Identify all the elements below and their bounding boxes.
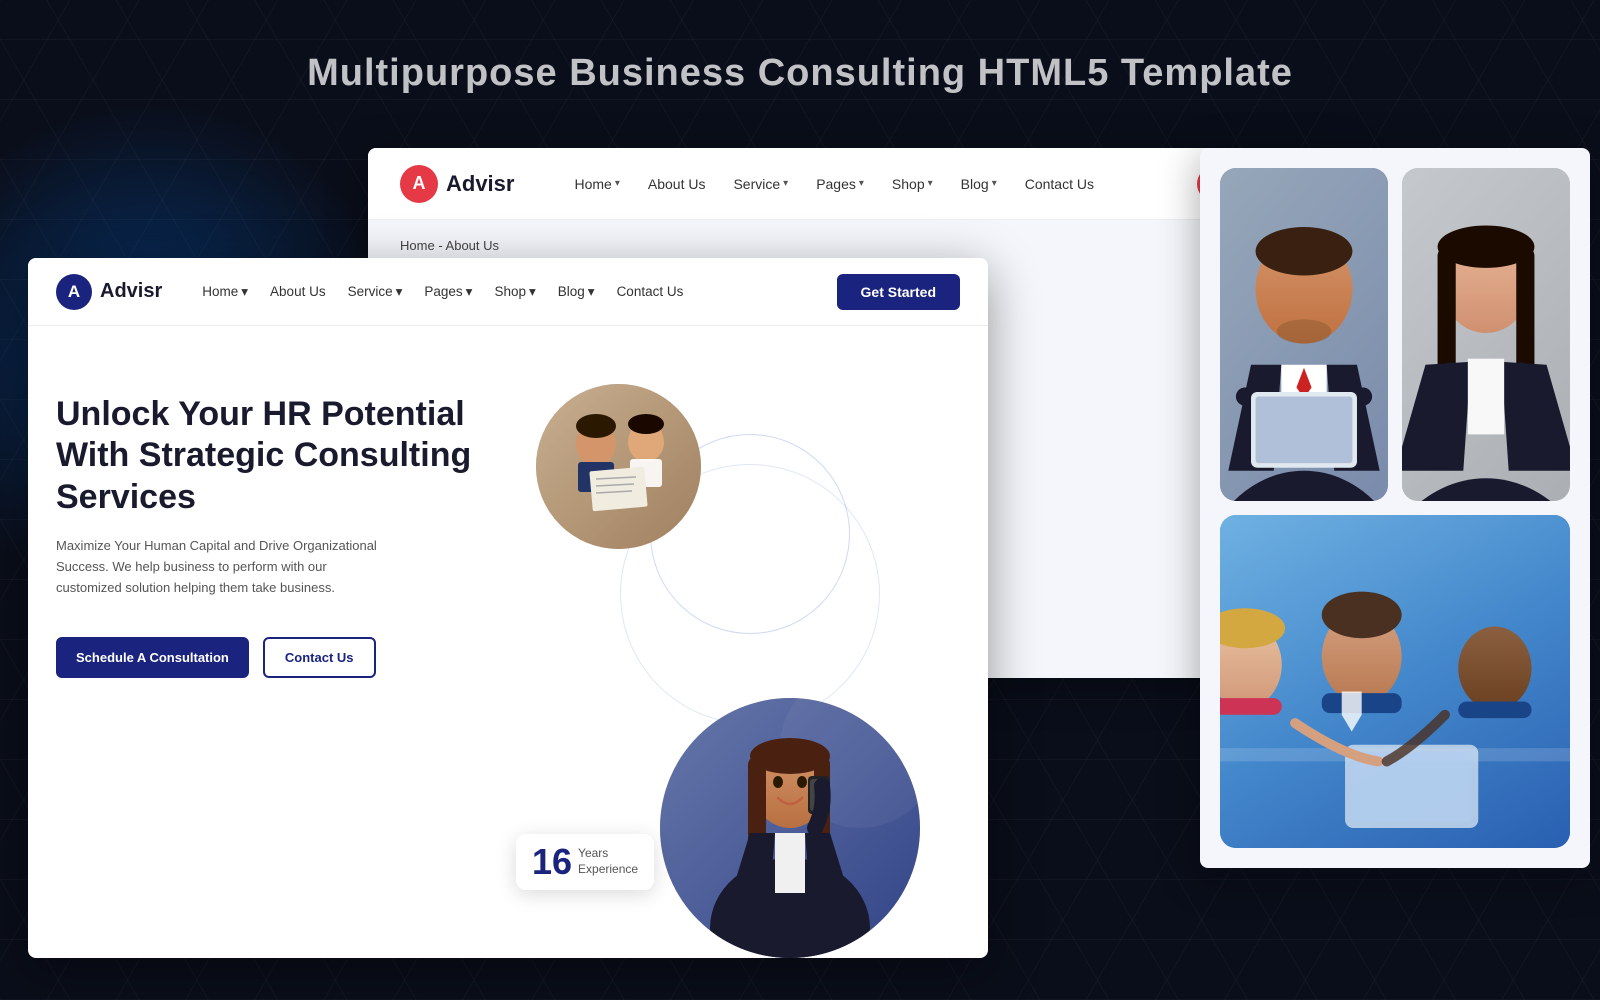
years-text: Years Experience xyxy=(578,846,638,877)
hero-image-large xyxy=(660,698,920,958)
hero-left: Unlock Your HR Potential With Strategic … xyxy=(56,374,476,958)
breadcrumb-current: About Us xyxy=(446,238,499,253)
front-card: A Advisr Home ▾ About Us Service ▾ Pages… xyxy=(28,258,988,958)
hero-buttons: Schedule A Consultation Contact Us xyxy=(56,637,476,678)
front-nav-home[interactable]: Home ▾ xyxy=(202,284,248,300)
years-experience-badge: 16 Years Experience xyxy=(516,834,654,890)
front-brand-name: Advisr xyxy=(100,280,162,303)
front-nav-links: Home ▾ About Us Service ▾ Pages ▾ Shop ▾… xyxy=(202,284,836,300)
breadcrumb-separator: - xyxy=(438,238,445,253)
page-title: Multipurpose Business Consulting HTML5 T… xyxy=(0,52,1600,95)
hero-right: 16 Years Experience xyxy=(476,374,960,958)
back-brand-icon: A xyxy=(400,165,438,203)
front-nav-about[interactable]: About Us xyxy=(270,284,326,299)
back-brand-name: Advisr xyxy=(446,171,514,197)
hero-section: Unlock Your HR Potential With Strategic … xyxy=(28,326,988,958)
front-brand-icon: A xyxy=(56,274,92,310)
hero-title: Unlock Your HR Potential With Strategic … xyxy=(56,394,476,518)
years-number: 16 xyxy=(532,844,572,880)
back-nav-about[interactable]: About Us xyxy=(648,176,706,192)
back-nav: Home ▾ About Us Service ▾ Pages ▾ Shop ▾… xyxy=(574,176,1196,192)
photo-person-female xyxy=(1402,168,1570,501)
back-nav-shop[interactable]: Shop ▾ xyxy=(892,176,933,192)
back-nav-pages[interactable]: Pages ▾ xyxy=(816,176,864,192)
back-nav-contact[interactable]: Contact Us xyxy=(1025,176,1094,192)
schedule-consultation-button[interactable]: Schedule A Consultation xyxy=(56,637,249,678)
front-nav-shop[interactable]: Shop ▾ xyxy=(494,284,535,300)
photo-team xyxy=(1220,515,1570,848)
photo-person-male xyxy=(1220,168,1388,501)
contact-us-button[interactable]: Contact Us xyxy=(263,637,376,678)
front-cta-button[interactable]: Get Started xyxy=(837,274,960,310)
front-nav: A Advisr Home ▾ About Us Service ▾ Pages… xyxy=(28,258,988,326)
photos-panel xyxy=(1200,148,1590,868)
front-nav-service[interactable]: Service ▾ xyxy=(348,284,403,300)
front-nav-contact[interactable]: Contact Us xyxy=(617,284,684,299)
front-nav-blog[interactable]: Blog ▾ xyxy=(558,284,595,300)
back-nav-home[interactable]: Home ▾ xyxy=(574,176,619,192)
breadcrumb-home: Home xyxy=(400,238,435,253)
back-brand-logo: A Advisr xyxy=(400,165,514,203)
back-nav-blog[interactable]: Blog ▾ xyxy=(961,176,997,192)
front-nav-pages[interactable]: Pages ▾ xyxy=(424,284,472,300)
front-brand-logo: A Advisr xyxy=(56,274,162,310)
hero-subtitle: Maximize Your Human Capital and Drive Or… xyxy=(56,536,396,598)
hero-image-small xyxy=(536,384,701,549)
back-nav-service[interactable]: Service ▾ xyxy=(733,176,788,192)
